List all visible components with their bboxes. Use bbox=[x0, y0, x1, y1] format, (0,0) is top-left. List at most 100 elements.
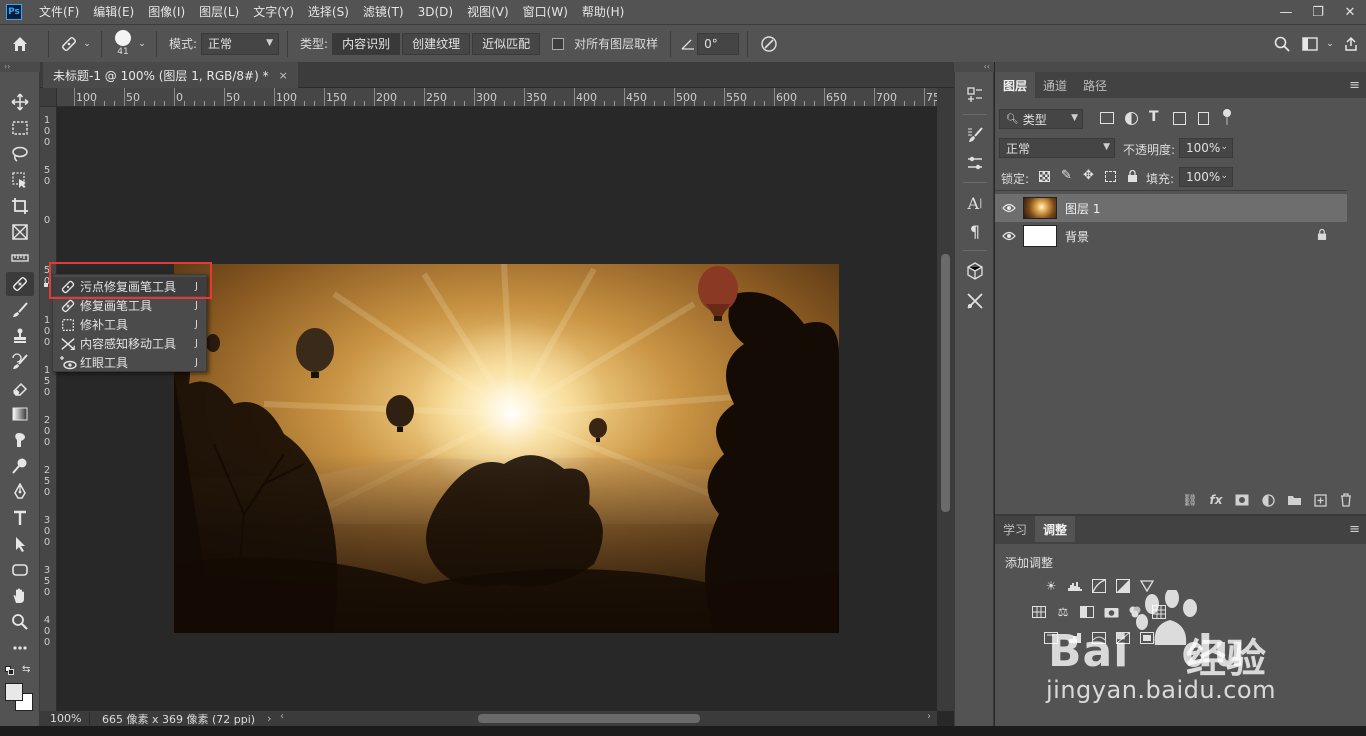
menu-select[interactable]: 选择(S) bbox=[301, 0, 356, 24]
filter-pixel-icon[interactable] bbox=[1100, 112, 1114, 124]
character-panel-icon[interactable]: A | bbox=[964, 192, 986, 214]
filter-shape-icon[interactable] bbox=[1173, 112, 1186, 125]
tab-learn[interactable]: 学习 bbox=[995, 516, 1035, 542]
hue-saturation-icon[interactable] bbox=[1031, 604, 1047, 620]
toolbar-collapse-handle[interactable]: ›› bbox=[0, 62, 40, 72]
layer-row[interactable]: 图层 1 bbox=[995, 194, 1347, 222]
sample-all-layers-checkbox[interactable] bbox=[552, 37, 565, 50]
tab-adjustments[interactable]: 调整 bbox=[1035, 516, 1076, 542]
foreground-color-swatch[interactable] bbox=[5, 683, 23, 701]
panel-top-handle[interactable] bbox=[995, 62, 1366, 72]
brush-size-picker[interactable]: 41 bbox=[110, 30, 136, 57]
lock-transparent-icon[interactable] bbox=[1039, 171, 1050, 182]
history-panel-icon[interactable] bbox=[964, 84, 986, 106]
visibility-eye-icon[interactable] bbox=[995, 231, 1023, 241]
minimize-icon[interactable]: — bbox=[1270, 0, 1302, 24]
eyedropper-ruler-tool-icon[interactable] bbox=[6, 246, 34, 270]
tab-paths[interactable]: 路径 bbox=[1075, 72, 1115, 98]
scroll-left-icon[interactable]: ‹ bbox=[280, 711, 284, 722]
filter-adjustment-icon[interactable] bbox=[1125, 112, 1138, 125]
object-selection-tool-icon[interactable] bbox=[6, 168, 34, 192]
canvas-area[interactable] bbox=[57, 107, 937, 711]
crop-tool-icon[interactable] bbox=[6, 194, 34, 218]
close-window-icon[interactable]: ✕ bbox=[1334, 0, 1366, 24]
layer-row[interactable]: 背景 bbox=[995, 222, 1347, 250]
dock-collapse-handle[interactable]: ‹‹ bbox=[954, 62, 994, 72]
hand-tool-icon[interactable] bbox=[6, 584, 34, 608]
invert-icon[interactable] bbox=[1043, 630, 1059, 646]
selective-color-icon[interactable] bbox=[1139, 630, 1155, 646]
channel-mixer-icon[interactable] bbox=[1127, 604, 1143, 620]
vertical-ruler[interactable]: 1 0 05 005 01 0 01 5 02 0 02 5 03 0 03 5… bbox=[40, 107, 57, 711]
dodge-tool-icon[interactable] bbox=[6, 454, 34, 478]
fill-input[interactable]: 100% ⌄ bbox=[1179, 167, 1233, 187]
filter-smart-object-icon[interactable] bbox=[1198, 112, 1209, 125]
horizontal-scroll-thumb[interactable] bbox=[478, 714, 700, 723]
menu-edit[interactable]: 编辑(E) bbox=[86, 0, 141, 24]
swap-colors-icon[interactable]: ⇆ bbox=[22, 664, 30, 675]
clone-stamp-tool-icon[interactable] bbox=[6, 324, 34, 348]
document-canvas-image[interactable] bbox=[174, 264, 839, 633]
paragraph-panel-icon[interactable]: ¶ bbox=[964, 220, 986, 242]
workspace-icon[interactable] bbox=[1296, 36, 1324, 51]
brush-tool-icon[interactable] bbox=[6, 298, 34, 322]
angle-input[interactable]: 0° bbox=[697, 32, 740, 55]
share-icon[interactable] bbox=[1336, 36, 1366, 52]
restore-icon[interactable]: ❐ bbox=[1302, 0, 1334, 24]
close-tab-icon[interactable]: × bbox=[279, 69, 288, 82]
levels-icon[interactable] bbox=[1067, 578, 1083, 594]
add-mask-icon[interactable] bbox=[1234, 492, 1250, 508]
mode-select[interactable]: 正常 ▼ bbox=[201, 32, 280, 55]
blend-mode-select[interactable]: 正常 ▼ bbox=[999, 138, 1115, 158]
link-layers-icon[interactable]: ⛓ bbox=[1182, 492, 1198, 508]
lock-artboard-icon[interactable] bbox=[1105, 171, 1116, 182]
menu-image[interactable]: 图像(I) bbox=[141, 0, 192, 24]
gradient-map-icon[interactable] bbox=[1115, 630, 1131, 646]
tab-layers[interactable]: 图层 bbox=[995, 72, 1036, 98]
flyout-content-aware-move[interactable]: 内容感知移动工具 J bbox=[53, 334, 206, 353]
3d-panel-icon[interactable] bbox=[964, 260, 986, 282]
status-menu-icon[interactable]: › bbox=[267, 712, 271, 725]
lock-position-icon[interactable]: ✥ bbox=[1083, 168, 1094, 183]
menu-view[interactable]: 视图(V) bbox=[460, 0, 516, 24]
document-tab[interactable]: 未标题-1 @ 100% (图层 1, RGB/8#) * × bbox=[43, 62, 298, 88]
black-white-icon[interactable] bbox=[1079, 604, 1095, 620]
lock-all-icon[interactable] bbox=[1127, 169, 1137, 182]
menu-layer[interactable]: 图层(L) bbox=[192, 0, 246, 24]
frame-tool-icon[interactable] bbox=[6, 220, 34, 244]
gradient-tool-icon[interactable] bbox=[6, 402, 34, 426]
horizontal-ruler[interactable]: 100 50 0 50 100 150 200 250 300 350 400 450 500 550 60… bbox=[57, 88, 937, 107]
new-group-icon[interactable] bbox=[1286, 492, 1302, 508]
brightness-contrast-icon[interactable]: ☀ bbox=[1043, 578, 1059, 594]
filter-type-icon[interactable]: T bbox=[1149, 109, 1159, 125]
filter-toggle-icon[interactable] bbox=[1223, 109, 1231, 125]
chevron-down-icon[interactable]: ⌄ bbox=[81, 39, 93, 49]
lock-image-icon[interactable]: ✎ bbox=[1061, 168, 1072, 183]
pressure-size-icon[interactable] bbox=[756, 35, 782, 53]
vertical-scrollbar[interactable] bbox=[937, 88, 954, 711]
brush-settings-icon[interactable] bbox=[964, 124, 986, 146]
chevron-down-icon[interactable]: ⌄ bbox=[136, 39, 148, 49]
marquee-tool-icon[interactable] bbox=[6, 116, 34, 140]
home-icon[interactable] bbox=[0, 35, 40, 53]
chevron-down-icon[interactable]: ⌄ bbox=[1324, 39, 1336, 49]
flyout-patch[interactable]: 修补工具 J bbox=[53, 315, 206, 334]
fx-icon[interactable]: fx bbox=[1208, 492, 1224, 508]
color-balance-icon[interactable]: ⚖ bbox=[1055, 604, 1071, 620]
eraser-tool-icon[interactable] bbox=[6, 376, 34, 400]
type-create-texture-button[interactable]: 创建纹理 bbox=[402, 32, 471, 55]
type-proximity-match-button[interactable]: 近似匹配 bbox=[472, 32, 541, 55]
more-tools-icon[interactable] bbox=[6, 636, 34, 660]
history-brush-tool-icon[interactable] bbox=[6, 350, 34, 374]
new-layer-icon[interactable] bbox=[1312, 492, 1328, 508]
layer-filter-select[interactable]: 🔍︎ 类型 ▼ bbox=[999, 109, 1083, 129]
tab-channels[interactable]: 通道 bbox=[1035, 72, 1075, 98]
new-adjustment-layer-icon[interactable] bbox=[1260, 492, 1276, 508]
threshold-icon[interactable] bbox=[1091, 630, 1107, 646]
horizontal-scrollbar[interactable]: ‹ › bbox=[274, 711, 937, 726]
lasso-tool-icon[interactable] bbox=[6, 142, 34, 166]
visibility-eye-icon[interactable] bbox=[995, 203, 1023, 213]
default-colors-icon[interactable] bbox=[5, 666, 15, 676]
menu-type[interactable]: 文字(Y) bbox=[246, 0, 301, 24]
exposure-icon[interactable] bbox=[1115, 578, 1131, 594]
